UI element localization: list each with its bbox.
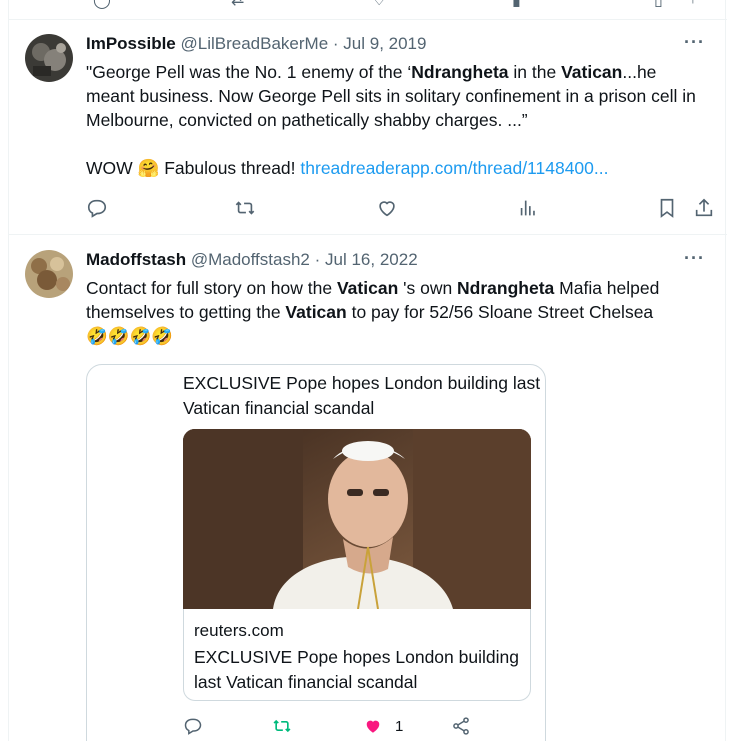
text-segment: in the (508, 62, 562, 82)
tweet-header: Madoffstash @Madoffstash2 · Jul 16, 2022… (86, 248, 711, 272)
avatar[interactable] (25, 34, 73, 82)
like-icon (379, 201, 395, 217)
user-handle[interactable]: @Madoffstash2 (191, 250, 310, 269)
highlight-term: Vatican (561, 62, 623, 82)
hugging-emoji: 🤗 (137, 158, 160, 178)
share-icon (695, 198, 713, 217)
like-button[interactable]: 1 (363, 714, 403, 738)
views-button[interactable] (517, 196, 539, 220)
text-segment: Contact for full story on how the (86, 278, 337, 298)
thread-link[interactable]: threadreaderapp.com/thread/1148400... (300, 158, 608, 178)
reply-icon[interactable]: ◯ (93, 0, 111, 10)
retweet-icon[interactable]: ⇄ (231, 0, 244, 10)
more-icon[interactable]: ··· (684, 248, 705, 269)
retweet-button[interactable] (234, 196, 256, 220)
text-segment: Fabulous thread! (159, 158, 301, 178)
tweet[interactable]: ImPossible @LilBreadBakerMe · Jul 9, 201… (9, 20, 727, 235)
text-segment: "George Pell was the No. 1 enemy of the … (86, 62, 412, 82)
separator: · (332, 34, 339, 53)
like-icon (366, 720, 380, 733)
retweet-icon (235, 201, 255, 215)
link-domain: reuters.com (194, 621, 284, 640)
user-handle[interactable]: @LilBreadBakerMe (181, 34, 329, 53)
quoted-tweet-card[interactable]: EXCLUSIVE Pope hopes London building las… (86, 364, 546, 741)
tweet-text: Contact for full story on how the Vatica… (86, 276, 707, 348)
views-icon (520, 200, 535, 216)
pope-photo[interactable] (183, 429, 531, 609)
display-name[interactable]: ImPossible (86, 34, 176, 53)
share-button[interactable] (693, 196, 715, 220)
text-segment: 's own (398, 278, 458, 298)
share-button[interactable] (451, 714, 471, 738)
laughing-emojis: 🤣🤣🤣🤣 (86, 326, 174, 346)
highlight-term: Ndrangheta (411, 62, 509, 82)
text-segment: to pay for 52/56 Sloane Street Chelsea (346, 302, 654, 322)
bookmark-icon[interactable]: ▯ (654, 0, 663, 10)
share-icon[interactable]: ↑ (689, 0, 697, 8)
tweet[interactable]: Madoffstash @Madoffstash2 · Jul 16, 2022… (9, 236, 727, 741)
reply-button[interactable] (183, 714, 203, 738)
like-count: 1 (395, 717, 404, 735)
reply-icon (87, 199, 107, 218)
text-segment: WOW (86, 158, 133, 178)
separator: · (314, 250, 321, 269)
highlight-term: Ndrangheta (457, 278, 555, 298)
like-button[interactable] (376, 196, 398, 220)
display-name[interactable]: Madoffstash (86, 250, 186, 269)
tweet-date[interactable]: Jul 9, 2019 (343, 34, 426, 53)
tweet-header: ImPossible @LilBreadBakerMe · Jul 9, 201… (86, 32, 711, 56)
retweet-button[interactable] (272, 714, 292, 738)
more-icon[interactable]: ··· (684, 32, 705, 53)
like-icon[interactable]: ♡ (372, 0, 386, 10)
avatar[interactable] (25, 250, 73, 298)
retweet-icon (273, 719, 291, 733)
timeline: ◯ ⇄ ♡ ▮ ▯ ↑ ImPossible @LilBreadBakerMe … (8, 0, 727, 741)
quoted-tweet-actions: 1 (183, 714, 483, 738)
previous-tweet-actions: ◯ ⇄ ♡ ▮ ▯ ↑ (9, 0, 727, 20)
tweet-date[interactable]: Jul 16, 2022 (325, 250, 418, 269)
highlight-term: Vatican (336, 278, 399, 298)
reply-button[interactable] (86, 196, 108, 220)
tweet-actions (86, 196, 713, 220)
views-icon[interactable]: ▮ (512, 0, 521, 10)
reply-icon (184, 718, 202, 735)
share-icon (453, 717, 469, 735)
bookmark-button[interactable] (656, 196, 678, 220)
quoted-tweet-text: EXCLUSIVE Pope hopes London building las… (183, 373, 541, 418)
bookmark-icon (660, 198, 674, 218)
highlight-term: Vatican (285, 302, 347, 322)
link-title: EXCLUSIVE Pope hopes London building las… (194, 647, 519, 692)
link-preview[interactable]: reuters.com EXCLUSIVE Pope hopes London … (183, 609, 531, 701)
tweet-text: "George Pell was the No. 1 enemy of the … (86, 60, 707, 180)
